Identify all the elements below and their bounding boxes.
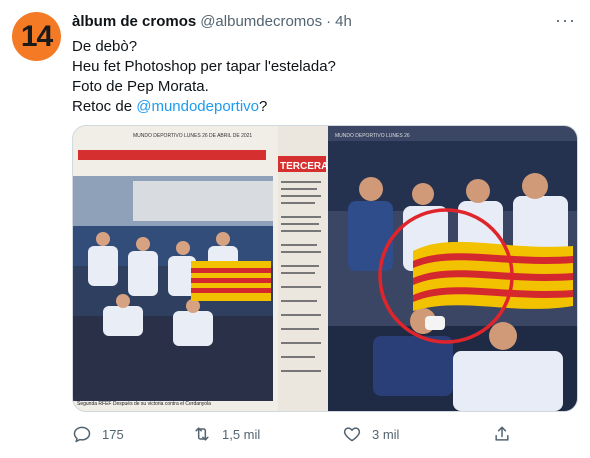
heart-icon [343,427,361,442]
tweet-line: Heu fet Photoshop per tapar l'estelada? [72,58,336,75]
tweet-text: De debò? Heu fet Photoshop per tapar l'e… [72,37,572,117]
reply-count: 175 [102,426,124,442]
share-button[interactable] [492,424,512,444]
newspaper-header: MUNDO DEPORTIVO LUNES 26 DE ABRIL DE 202… [133,133,252,139]
user-handle[interactable]: @albumdecromos [200,13,322,30]
tweet-line-suffix: ? [259,98,268,115]
reply-icon [73,426,91,443]
tweet-actions: 175 1,5 mil 3 mil [72,420,572,448]
right-page-header: MUNDO DEPORTIVO LUNES 26 [335,133,410,139]
tweet-header: àlbum de cromos @albumdecromos · 4h [72,10,578,32]
tweet-line: De debò? [72,38,138,55]
retweet-button[interactable]: 1,5 mil [192,424,342,444]
tweet-line: Foto de Pep Morata. [72,78,209,95]
timestamp[interactable]: 4h [335,13,352,30]
share-icon [495,426,509,441]
tweet-line: Retoc de @mundodeportivo? [72,97,572,117]
newspaper-section: TERCERA [280,161,328,172]
tweet-media-image[interactable]: MUNDO DEPORTIVO LUNES 26 DE ABRIL DE 202… [72,125,578,412]
reply-button[interactable]: 175 [72,424,192,444]
like-button[interactable]: 3 mil [342,424,492,444]
retweet-count: 1,5 mil [222,426,261,442]
mention-link[interactable]: @mundodeportivo [136,98,259,115]
retweet-icon [195,427,209,441]
newspaper-caption: Segunda RFEF Después de su victoria cont… [77,401,211,407]
more-options-icon[interactable]: ··· [555,10,576,31]
newspaper-photo: MUNDO DEPORTIVO LUNES 26 DE ABRIL DE 202… [73,126,577,411]
avatar[interactable]: 14 [12,12,61,61]
display-name[interactable]: àlbum de cromos [72,13,196,30]
like-count: 3 mil [372,426,400,442]
separator-dot: · [326,12,332,30]
tweet-line-prefix: Retoc de [72,98,137,115]
